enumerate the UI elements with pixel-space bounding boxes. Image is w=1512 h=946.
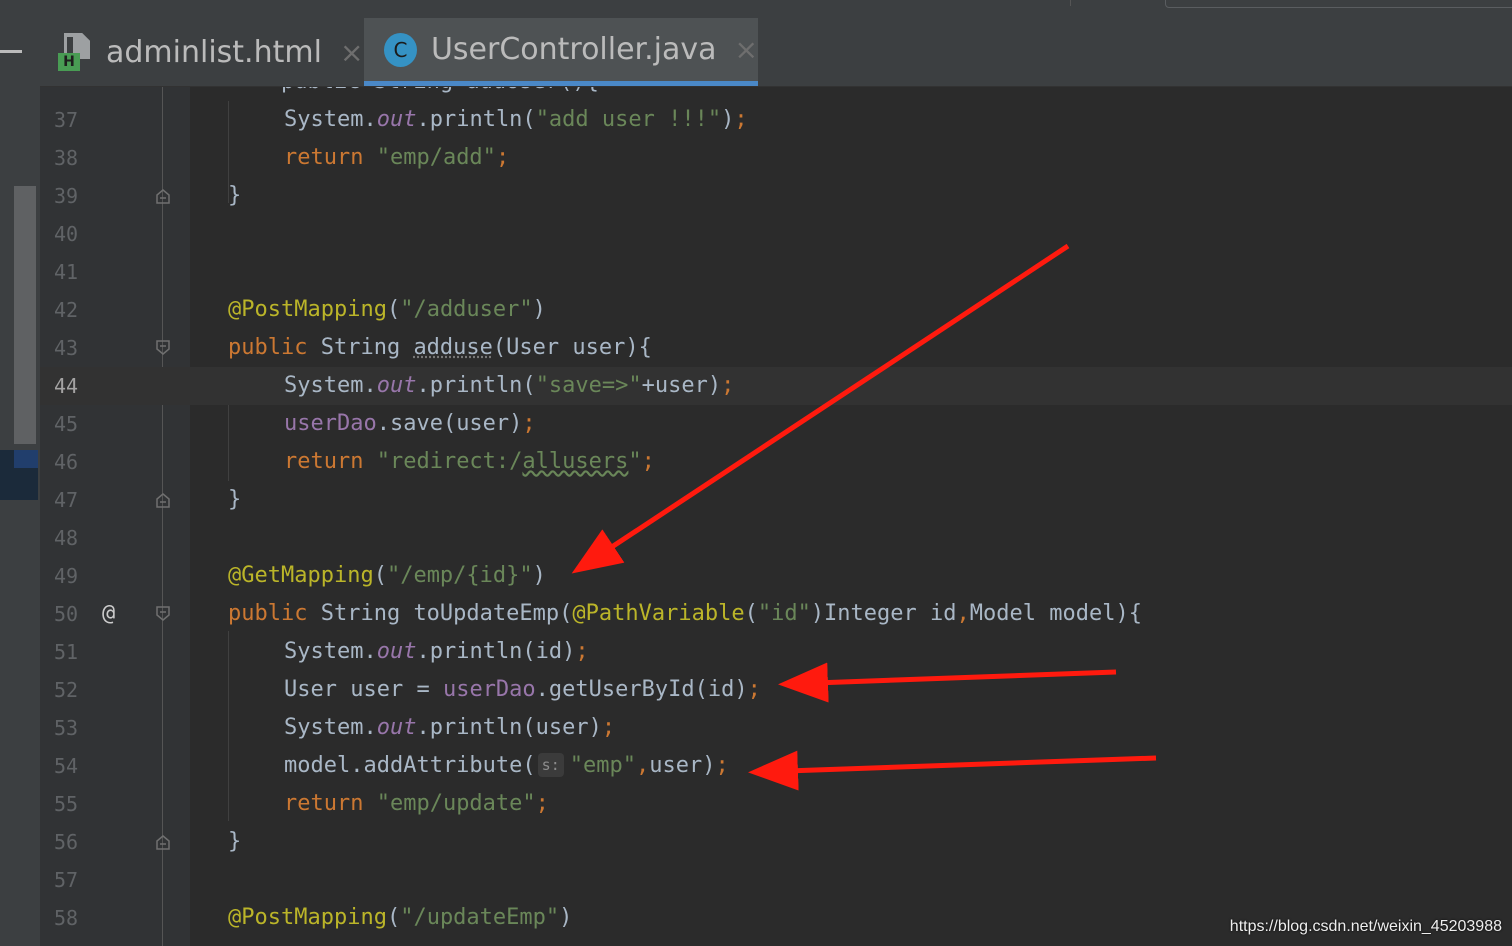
line-number: 56 (54, 830, 79, 854)
code-text: System.out.println(id); (284, 639, 589, 664)
code-line: 39 } (40, 177, 1512, 215)
line-number: 49 (54, 564, 79, 588)
close-tab-icon[interactable]: × (340, 36, 363, 69)
fold-start-icon[interactable] (155, 606, 171, 622)
code-line: 52 User user = userDao.getUserById(id); (40, 671, 1512, 709)
code-text: System.out.println("add user !!!"); (284, 107, 748, 132)
code-line: 45 userDao.save(user); (40, 405, 1512, 443)
code-line: 40 (40, 215, 1512, 253)
code-line: 53 System.out.println(user); (40, 709, 1512, 747)
code-line: 47 } (40, 481, 1512, 519)
code-line: 43 public String adduse(User user){ (40, 329, 1512, 367)
clipped-code-line: public String addUser(){ (228, 87, 599, 101)
fold-end-icon[interactable] (155, 188, 171, 204)
code-text: return "redirect:/allusers"; (284, 449, 655, 474)
fold-end-icon[interactable] (155, 834, 171, 850)
code-line: 38 return "emp/add"; (40, 139, 1512, 177)
collapse-icon[interactable] (0, 50, 22, 53)
html-file-icon: H (58, 33, 94, 71)
tab-label: UserController.java (430, 32, 717, 67)
fold-end-icon[interactable] (155, 492, 171, 508)
code-text: System.out.println("save=>"+user); (284, 373, 735, 398)
java-class-icon: C (384, 32, 417, 67)
line-number: 55 (54, 792, 79, 816)
code-text: @PostMapping("/adduser") (228, 297, 546, 322)
line-number: 43 (54, 336, 79, 360)
tab-adminlist-html[interactable]: H adminlist.html × (54, 18, 372, 86)
line-number: 41 (54, 260, 79, 284)
line-number: 39 (54, 184, 79, 208)
window-top-strip (0, 0, 1512, 19)
line-number: 58 (54, 906, 79, 930)
fold-start-icon[interactable] (155, 340, 171, 356)
line-number: 47 (54, 488, 79, 512)
code-text: System.out.println(user); (284, 715, 616, 740)
code-line: 48 (40, 519, 1512, 557)
line-number: 46 (54, 450, 79, 474)
code-text: return "emp/update"; (284, 791, 549, 816)
code-line: 54 model.addAttribute(s: "emp",user); (40, 747, 1512, 785)
watermark-text: https://blog.csdn.net/weixin_45203988 (1229, 918, 1502, 935)
line-number: 37 (54, 108, 79, 132)
code-line: 51 System.out.println(id); (40, 633, 1512, 671)
line-number: 44 (54, 374, 79, 398)
code-line-current: 44 System.out.println("save=>"+user); (40, 367, 1512, 405)
line-number: 42 (54, 298, 79, 322)
line-number: 51 (54, 640, 79, 664)
code-line: 55 return "emp/update"; (40, 785, 1512, 823)
code-text: } (228, 829, 242, 854)
code-text: @PostMapping("/updateEmp") (228, 905, 573, 930)
project-scrollbar-thumb[interactable] (14, 186, 36, 444)
code-line: 42 @PostMapping("/adduser") (40, 291, 1512, 329)
parameter-hint: s: (537, 753, 564, 777)
line-number: 53 (54, 716, 79, 740)
code-editor[interactable]: public String addUser(){ 37 System.out.p… (40, 87, 1512, 946)
line-number: 45 (54, 412, 79, 436)
line-number: 48 (54, 526, 79, 550)
code-text: } (228, 183, 242, 208)
code-text: public String toUpdateEmp(@PathVariable(… (228, 601, 1142, 626)
line-number: 54 (54, 754, 79, 778)
code-line: 41 (40, 253, 1512, 291)
code-line: 37 System.out.println("add user !!!"); (40, 101, 1512, 139)
code-line: 57 (40, 861, 1512, 899)
left-tool-panel (0, 18, 41, 946)
toolbar-search-box[interactable] (1165, 0, 1512, 8)
code-line: 56 } (40, 823, 1512, 861)
selection-highlight (14, 450, 38, 468)
code-line: 46 return "redirect:/allusers"; (40, 443, 1512, 481)
tab-usercontroller-java[interactable]: C UserController.java × (364, 18, 758, 86)
code-text: } (228, 487, 242, 512)
code-text: userDao.save(user); (284, 411, 536, 436)
close-tab-icon[interactable]: × (735, 33, 758, 66)
line-number: 52 (54, 678, 79, 702)
code-text: public String adduse(User user){ (228, 335, 652, 360)
toolbar-separator (1070, 0, 1071, 6)
code-text: model.addAttribute(s: "emp",user); (284, 753, 729, 778)
request-mapping-gutter-icon[interactable]: @ (102, 595, 115, 633)
line-number: 38 (54, 146, 79, 170)
code-text: User user = userDao.getUserById(id); (284, 677, 761, 702)
code-text: @GetMapping("/emp/{id}") (228, 563, 546, 588)
code-text: return "emp/add"; (284, 145, 510, 170)
tab-label: adminlist.html (106, 34, 322, 70)
code-line: 49 @GetMapping("/emp/{id}") (40, 557, 1512, 595)
editor-tab-bar: H adminlist.html × C UserController.java… (40, 18, 1512, 87)
line-number: 57 (54, 868, 79, 892)
line-number: 40 (54, 222, 79, 246)
code-line: 50 @ public String toUpdateEmp(@PathVari… (40, 595, 1512, 633)
